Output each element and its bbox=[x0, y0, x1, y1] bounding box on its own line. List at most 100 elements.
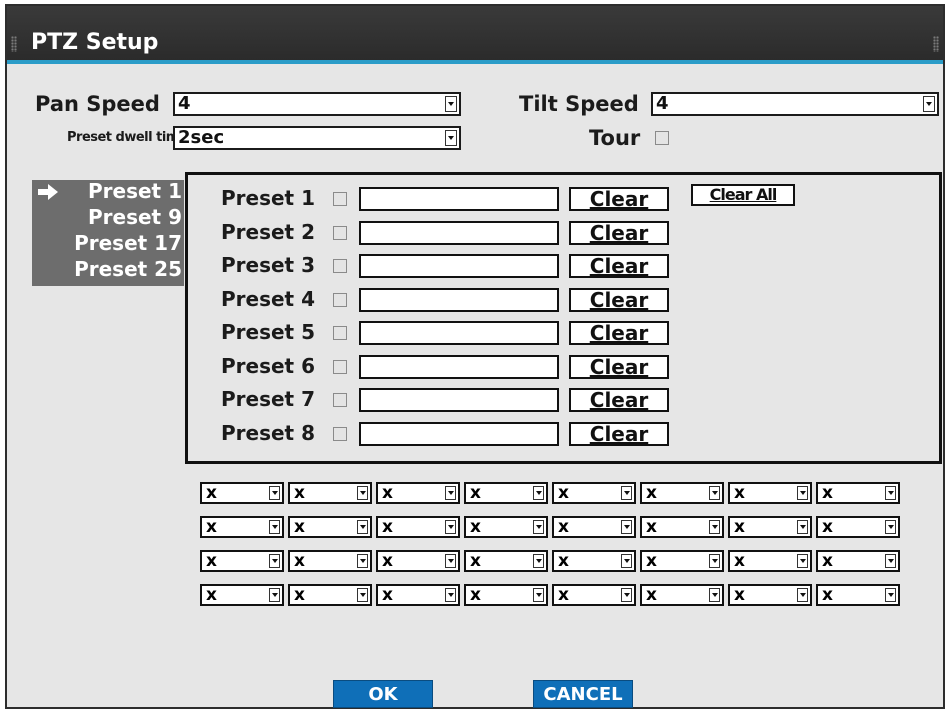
tour-step-dropdown[interactable]: x bbox=[464, 516, 548, 538]
tour-step-value: x bbox=[558, 483, 569, 503]
clear-button[interactable]: Clear bbox=[569, 354, 669, 379]
tour-step-value: x bbox=[206, 483, 217, 503]
clear-button[interactable]: Clear bbox=[569, 220, 669, 245]
dwell-time-label: Preset dwell time bbox=[67, 130, 188, 145]
clear-button[interactable]: Clear bbox=[569, 187, 669, 211]
preset-checkbox[interactable] bbox=[333, 192, 347, 206]
tour-step-dropdown[interactable]: x bbox=[288, 482, 372, 504]
chevron-down-icon bbox=[797, 554, 808, 568]
sidebar-item-preset-9[interactable]: Preset 9 bbox=[32, 206, 182, 228]
tour-step-dropdown[interactable]: x bbox=[640, 482, 724, 504]
tilt-speed-label: Tilt Speed bbox=[519, 92, 639, 116]
chevron-down-icon bbox=[445, 130, 457, 146]
tour-step-dropdown[interactable]: x bbox=[640, 584, 724, 606]
tour-step-dropdown[interactable]: x bbox=[376, 584, 460, 606]
tour-step-dropdown[interactable]: x bbox=[288, 550, 372, 572]
tour-step-value: x bbox=[470, 551, 481, 571]
clear-button[interactable]: Clear bbox=[569, 388, 669, 412]
preset-checkbox[interactable] bbox=[333, 393, 347, 407]
clear-button[interactable]: Clear bbox=[569, 254, 669, 278]
preset-label: Preset 2 bbox=[221, 219, 315, 244]
tour-step-dropdown[interactable]: x bbox=[200, 482, 284, 504]
preset-label: Preset 6 bbox=[221, 353, 315, 378]
preset-name-input[interactable] bbox=[359, 220, 559, 245]
preset-checkbox[interactable] bbox=[333, 359, 347, 374]
tour-step-dropdown[interactable]: x bbox=[464, 584, 548, 606]
tour-step-dropdown[interactable]: x bbox=[200, 584, 284, 606]
tour-step-dropdown[interactable]: x bbox=[640, 550, 724, 572]
clear-button[interactable]: Clear bbox=[569, 321, 669, 345]
preset-name-input[interactable] bbox=[359, 254, 559, 278]
tour-step-value: x bbox=[382, 585, 393, 605]
tour-step-dropdown[interactable]: x bbox=[552, 550, 636, 572]
tour-step-dropdown[interactable]: x bbox=[288, 516, 372, 538]
clear-button[interactable]: Clear bbox=[569, 287, 669, 312]
tour-step-dropdown[interactable]: x bbox=[552, 584, 636, 606]
chevron-down-icon bbox=[269, 588, 280, 602]
grip-left-icon bbox=[11, 36, 17, 52]
preset-checkbox[interactable] bbox=[333, 292, 347, 307]
tour-step-dropdown[interactable]: x bbox=[816, 584, 900, 606]
tour-step-dropdown[interactable]: x bbox=[552, 516, 636, 538]
chevron-down-icon bbox=[269, 520, 280, 534]
preset-name-input[interactable] bbox=[359, 354, 559, 379]
chevron-down-icon bbox=[621, 588, 632, 602]
dwell-time-dropdown[interactable]: 2sec bbox=[173, 126, 461, 150]
tour-step-dropdown[interactable]: x bbox=[464, 482, 548, 504]
tour-step-dropdown[interactable]: x bbox=[816, 550, 900, 572]
tour-step-dropdown[interactable]: x bbox=[288, 584, 372, 606]
preset-name-input[interactable] bbox=[359, 321, 559, 345]
tour-step-value: x bbox=[294, 517, 305, 537]
clear-button[interactable]: Clear bbox=[569, 421, 669, 446]
tour-step-dropdown[interactable]: x bbox=[728, 584, 812, 606]
chevron-down-icon bbox=[621, 554, 632, 568]
tour-step-dropdown[interactable]: x bbox=[552, 482, 636, 504]
chevron-down-icon bbox=[445, 520, 456, 534]
tour-step-dropdown[interactable]: x bbox=[200, 516, 284, 538]
sidebar-item-preset-25[interactable]: Preset 25 bbox=[32, 258, 182, 280]
preset-label: Preset 3 bbox=[221, 253, 315, 277]
sidebar-item-preset-17[interactable]: Preset 17 bbox=[32, 232, 182, 254]
preset-checkbox[interactable] bbox=[333, 225, 347, 240]
pan-speed-dropdown[interactable]: 4 bbox=[173, 92, 461, 116]
tour-step-dropdown[interactable]: x bbox=[816, 482, 900, 504]
tour-step-dropdown[interactable]: x bbox=[376, 550, 460, 572]
chevron-down-icon bbox=[357, 588, 368, 602]
tilt-speed-dropdown[interactable]: 4 bbox=[651, 92, 939, 116]
chevron-down-icon bbox=[709, 588, 720, 602]
sidebar-item-preset-1[interactable]: Preset 1 bbox=[32, 180, 182, 202]
preset-checkbox[interactable] bbox=[333, 426, 347, 441]
chevron-down-icon bbox=[885, 520, 896, 534]
tour-step-value: x bbox=[734, 585, 745, 605]
preset-name-input[interactable] bbox=[359, 421, 559, 446]
ok-button[interactable]: OK bbox=[333, 680, 433, 708]
preset-checkbox[interactable] bbox=[333, 259, 347, 273]
preset-name-input[interactable] bbox=[359, 287, 559, 312]
chevron-down-icon bbox=[533, 554, 544, 568]
tour-step-value: x bbox=[558, 551, 569, 571]
tour-step-dropdown[interactable]: x bbox=[816, 516, 900, 538]
tour-step-dropdown[interactable]: x bbox=[728, 550, 812, 572]
tour-step-dropdown[interactable]: x bbox=[376, 482, 460, 504]
tilt-speed-value: 4 bbox=[656, 93, 669, 114]
tour-step-value: x bbox=[646, 517, 657, 537]
tour-step-dropdown[interactable]: x bbox=[464, 550, 548, 572]
tour-step-value: x bbox=[382, 483, 393, 503]
tour-step-dropdown[interactable]: x bbox=[640, 516, 724, 538]
tour-step-value: x bbox=[294, 551, 305, 571]
tour-step-dropdown[interactable]: x bbox=[728, 482, 812, 504]
preset-checkbox[interactable] bbox=[333, 326, 347, 340]
tour-step-value: x bbox=[206, 517, 217, 537]
tour-step-value: x bbox=[822, 517, 833, 537]
tour-step-value: x bbox=[558, 585, 569, 605]
chevron-down-icon bbox=[797, 486, 808, 500]
preset-name-input[interactable] bbox=[359, 187, 559, 211]
preset-name-input[interactable] bbox=[359, 388, 559, 412]
preset-label: Preset 1 bbox=[221, 186, 315, 210]
tour-step-dropdown[interactable]: x bbox=[728, 516, 812, 538]
tour-step-dropdown[interactable]: x bbox=[376, 516, 460, 538]
cancel-button[interactable]: CANCEL bbox=[533, 680, 633, 708]
clear-all-button[interactable]: Clear All bbox=[691, 184, 795, 206]
tour-step-dropdown[interactable]: x bbox=[200, 550, 284, 572]
tour-checkbox[interactable] bbox=[655, 131, 669, 145]
